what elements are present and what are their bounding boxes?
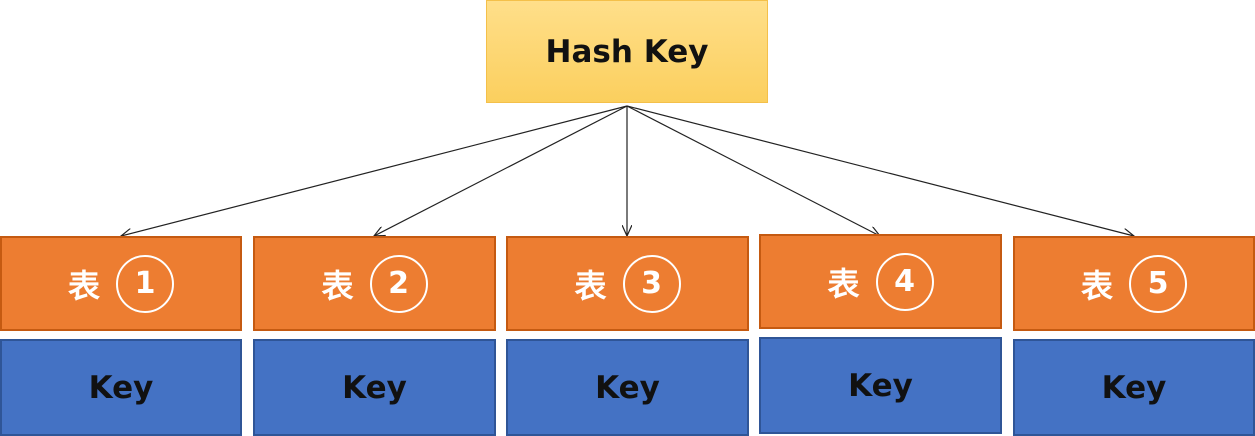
arrow-to-table-4 bbox=[626, 105, 880, 236]
table-number-circle: 5 bbox=[1129, 254, 1187, 313]
table-number-circle: 4 bbox=[875, 252, 934, 311]
table-number-circle: 1 bbox=[116, 254, 174, 313]
table-node-4: 表 4 bbox=[759, 234, 1002, 329]
table-label: 表 bbox=[1080, 266, 1113, 305]
table-node-5: 表 5 bbox=[1013, 236, 1255, 331]
key-label: Key bbox=[1101, 369, 1167, 406]
arrow-to-table-5 bbox=[626, 105, 1134, 236]
table-number-circle: 2 bbox=[369, 254, 428, 313]
key-label: Key bbox=[88, 369, 154, 406]
key-node-5: Key bbox=[1013, 339, 1255, 436]
table-label: 表 bbox=[321, 266, 354, 305]
table-label: 表 bbox=[574, 266, 607, 305]
table-label: 表 bbox=[67, 266, 100, 305]
key-node-4: Key bbox=[759, 337, 1002, 434]
table-node-1: 表 1 bbox=[0, 236, 242, 331]
key-label: Key bbox=[342, 369, 407, 406]
arrow-to-table-2 bbox=[374, 105, 628, 236]
table-node-2: 表 2 bbox=[253, 236, 496, 331]
key-node-3: Key bbox=[506, 339, 749, 436]
key-node-2: Key bbox=[253, 339, 496, 436]
table-label: 表 bbox=[827, 264, 860, 303]
table-node-3: 表 3 bbox=[506, 236, 749, 331]
table-number-circle: 3 bbox=[622, 254, 681, 313]
key-label: Key bbox=[595, 369, 660, 406]
arrow-to-table-1 bbox=[121, 105, 628, 236]
key-node-1: Key bbox=[0, 339, 242, 436]
key-label: Key bbox=[848, 367, 913, 404]
